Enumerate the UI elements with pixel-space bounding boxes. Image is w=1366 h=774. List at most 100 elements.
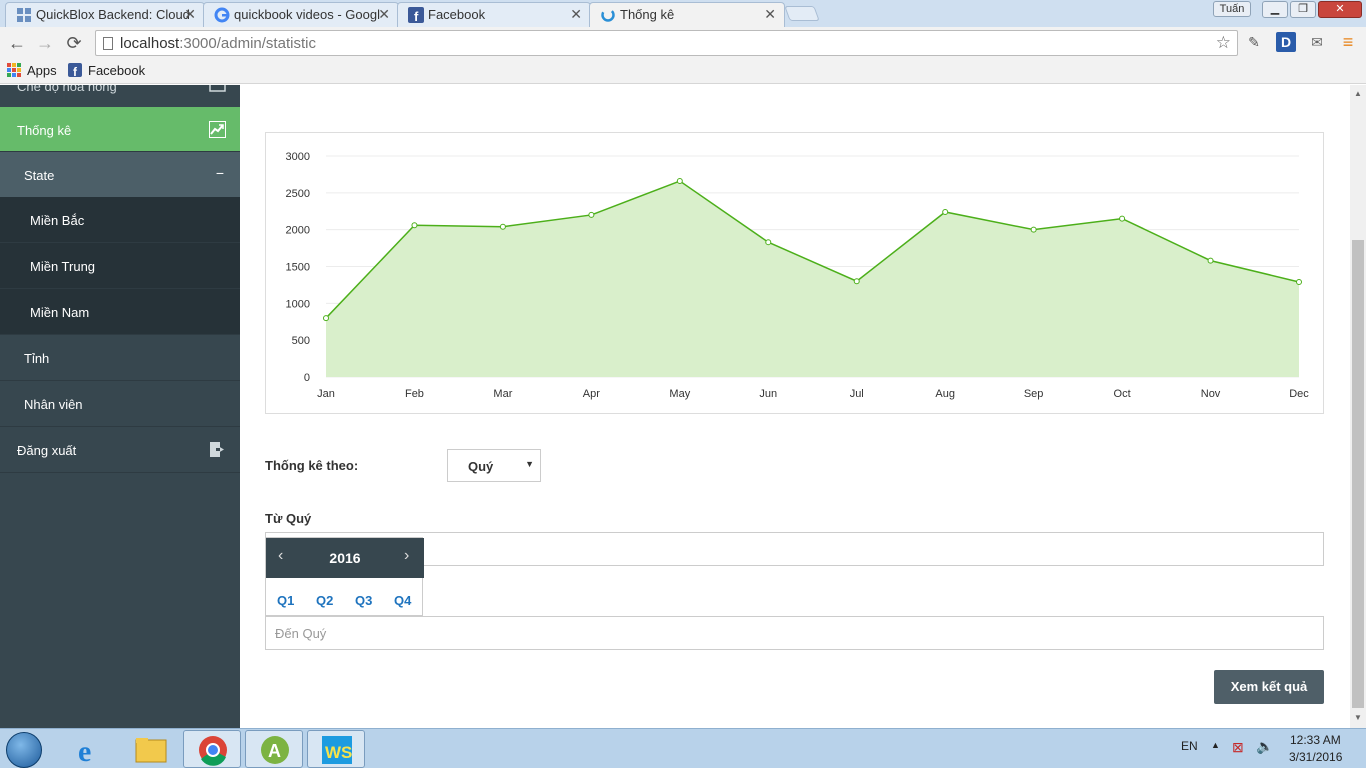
data-point bbox=[942, 208, 949, 215]
x-tick-label: Aug bbox=[935, 388, 955, 400]
scroll-down-icon[interactable]: ▼ bbox=[1354, 713, 1362, 722]
profile-button[interactable]: Tuấn bbox=[1213, 1, 1251, 17]
android-studio-icon[interactable]: A bbox=[245, 730, 303, 768]
quarter-option[interactable]: Q1 bbox=[277, 593, 294, 608]
x-tick-label: Feb bbox=[405, 388, 424, 400]
y-tick-label: 1500 bbox=[286, 262, 310, 274]
bookmark-star-icon[interactable]: ☆ bbox=[1216, 33, 1231, 53]
explorer-icon[interactable] bbox=[122, 730, 180, 768]
bookmark-facebook[interactable]: f Facebook bbox=[68, 63, 146, 79]
google-icon bbox=[214, 7, 230, 23]
x-tick-label: Oct bbox=[1114, 388, 1131, 400]
tab-title: quickbook videos - Googl bbox=[234, 7, 380, 22]
x-tick-label: Jun bbox=[759, 388, 777, 400]
language-indicator[interactable]: EN bbox=[1181, 739, 1198, 753]
tab-quickblox[interactable]: QuickBlox Backend: Cloud ✕ bbox=[5, 2, 205, 27]
quarter-option[interactable]: Q4 bbox=[394, 593, 411, 608]
quarter-picker: ‹ 2016 › Q1 Q2 Q3 Q4 bbox=[265, 537, 424, 616]
x-tick-label: Apr bbox=[583, 388, 600, 400]
sidebar-item-state[interactable]: State − bbox=[0, 152, 240, 198]
data-point bbox=[499, 223, 506, 230]
sidebar-item-label: Thống kê bbox=[17, 123, 72, 138]
tab-thong-ke[interactable]: Thống kê ✕ bbox=[589, 2, 785, 28]
data-point bbox=[765, 239, 772, 246]
tab-facebook[interactable]: f Facebook ✕ bbox=[397, 2, 591, 27]
sidebar-item-logout[interactable]: Đăng xuất bbox=[0, 427, 240, 473]
x-tick-label: Sep bbox=[1024, 388, 1044, 400]
stat-by-label: Thống kê theo: bbox=[265, 458, 359, 473]
url-path: :3000/admin/statistic bbox=[179, 35, 316, 52]
sidebar-item-commission[interactable]: Chế độ hoa hồng bbox=[0, 85, 240, 109]
y-tick-label: 500 bbox=[292, 335, 310, 347]
data-point bbox=[853, 278, 860, 285]
collapse-icon[interactable]: − bbox=[216, 165, 224, 181]
statistic-chart: 0 500 1000 1500 2000 2500 3000 Jan Feb Mar Apr May J… bbox=[265, 132, 1324, 414]
x-tick-label: Jul bbox=[850, 388, 864, 400]
x-tick-label: Mar bbox=[493, 388, 512, 400]
data-point bbox=[323, 315, 329, 322]
bookmark-label: Facebook bbox=[88, 63, 146, 78]
webstorm-icon[interactable]: WS bbox=[307, 730, 365, 768]
eyedropper-icon[interactable]: ✎ bbox=[1244, 32, 1264, 52]
page-icon bbox=[103, 37, 113, 50]
chrome-icon[interactable] bbox=[183, 730, 241, 768]
sidebar: Chế độ hoa hồng Thống kê State − Miền Bắ… bbox=[0, 85, 240, 728]
sidebar-item-label: State bbox=[24, 168, 55, 183]
show-hidden-icons-icon[interactable]: ▲ bbox=[1211, 740, 1220, 750]
minimize-button[interactable]: ▁ bbox=[1262, 1, 1288, 18]
maximize-button[interactable]: ❐ bbox=[1290, 1, 1316, 18]
back-arrow-icon[interactable]: ← bbox=[6, 32, 28, 54]
data-point bbox=[411, 222, 418, 229]
sidebar-item-tinh[interactable]: Tỉnh bbox=[0, 335, 240, 381]
svg-text:A: A bbox=[268, 741, 281, 761]
close-tab-icon[interactable]: ✕ bbox=[378, 6, 390, 23]
page-scrollbar[interactable]: ▲ ▼ bbox=[1350, 85, 1366, 728]
sidebar-item-mien-trung[interactable]: Miền Trung bbox=[0, 243, 240, 289]
sidebar-item-statistic[interactable]: Thống kê bbox=[0, 107, 240, 152]
windows-taskbar: e A WS EN ▲ ⊠ 🔈 12:33 AM 3/31/2016 bbox=[0, 728, 1366, 768]
bookmark-apps[interactable]: Apps bbox=[7, 63, 57, 78]
tab-google[interactable]: quickbook videos - Googl ✕ bbox=[203, 2, 399, 27]
close-tab-icon[interactable]: ✕ bbox=[184, 6, 196, 23]
volume-icon[interactable]: 🔈 bbox=[1256, 738, 1273, 755]
apps-grid-icon bbox=[7, 63, 21, 77]
data-point bbox=[676, 178, 683, 185]
new-tab-button[interactable] bbox=[784, 6, 820, 21]
quarter-option[interactable]: Q3 bbox=[355, 593, 372, 608]
scroll-thumb[interactable] bbox=[1352, 240, 1364, 708]
scroll-up-icon[interactable]: ▲ bbox=[1354, 89, 1362, 98]
forward-arrow-icon[interactable]: → bbox=[34, 32, 56, 54]
quarter-option[interactable]: Q2 bbox=[316, 593, 333, 608]
svg-text:e: e bbox=[78, 735, 91, 768]
ie-icon[interactable]: e bbox=[62, 730, 120, 768]
address-bar[interactable]: localhost:3000/admin/statistic ☆ bbox=[95, 30, 1238, 56]
to-quarter-input[interactable]: Đến Quý bbox=[265, 616, 1324, 650]
close-tab-icon[interactable]: ✕ bbox=[570, 6, 582, 23]
menu-icon[interactable]: ≡ bbox=[1338, 32, 1358, 52]
loading-icon bbox=[600, 7, 616, 23]
table-icon bbox=[209, 85, 226, 94]
start-button[interactable] bbox=[6, 732, 42, 768]
stat-by-select[interactable]: Quý ▼ bbox=[447, 449, 541, 482]
chart-canvas: 0 500 1000 1500 2000 2500 3000 Jan Feb Mar Apr May J… bbox=[286, 151, 1310, 400]
clock-date[interactable]: 3/31/2016 bbox=[1289, 750, 1342, 764]
tab-title: QuickBlox Backend: Cloud bbox=[36, 7, 190, 22]
to-quarter-placeholder: Đến Quý bbox=[275, 626, 327, 641]
x-tick-label: Jan bbox=[317, 388, 335, 400]
y-tick-label: 1000 bbox=[286, 298, 310, 310]
stat-by-value: Quý bbox=[468, 459, 494, 474]
extension-d-icon[interactable]: D bbox=[1276, 32, 1296, 52]
chevron-right-icon[interactable]: › bbox=[404, 547, 409, 565]
main-content: 0 500 1000 1500 2000 2500 3000 Jan Feb Mar Apr May J… bbox=[240, 85, 1350, 728]
close-tab-icon[interactable]: ✕ bbox=[764, 6, 776, 23]
clock-time[interactable]: 12:33 AM bbox=[1290, 733, 1341, 747]
view-result-button[interactable]: Xem kết quả bbox=[1214, 670, 1324, 704]
sidebar-item-mien-nam[interactable]: Miền Nam bbox=[0, 289, 240, 335]
picker-year[interactable]: 2016 bbox=[266, 550, 424, 566]
mail-icon[interactable]: ✉ bbox=[1307, 32, 1327, 52]
sidebar-item-nhan-vien[interactable]: Nhân viên bbox=[0, 381, 240, 427]
reload-icon[interactable]: ⟳ bbox=[63, 32, 85, 54]
sidebar-item-mien-bac[interactable]: Miền Bắc bbox=[0, 197, 240, 243]
network-error-icon[interactable]: ⊠ bbox=[1232, 739, 1244, 756]
close-window-button[interactable]: ✕ bbox=[1318, 1, 1362, 18]
